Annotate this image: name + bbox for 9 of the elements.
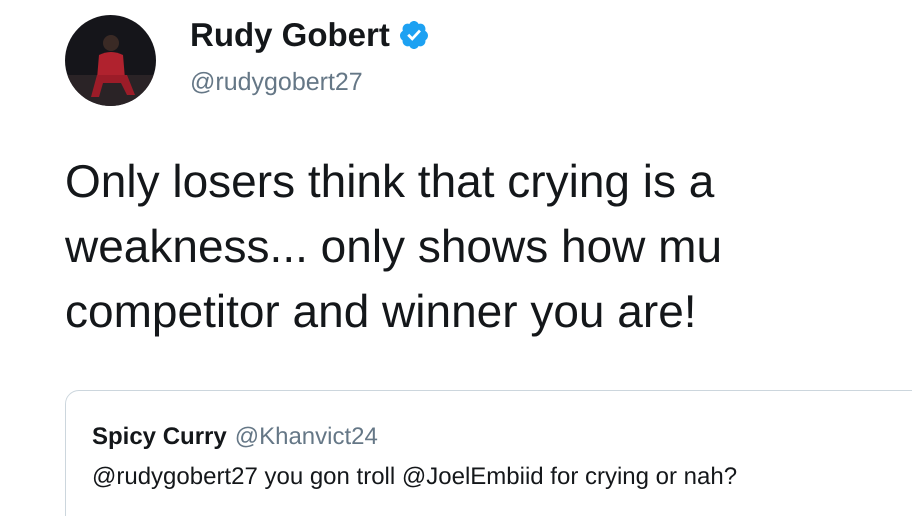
quoted-tweet-text: @rudygobert27 you gon troll @JoelEmbiid for crying or nah? (92, 463, 738, 491)
author-name: Rudy Gobert (190, 15, 390, 55)
tweet-text-line: competitor and winner you are! (65, 284, 697, 339)
tweet-text-line: Only losers think that crying is a (65, 154, 714, 209)
quoted-author-name: Spicy Curry (92, 423, 227, 451)
quoted-tweet-card[interactable]: Spicy Curry @Khanvict24 @rudygobert27 you gon troll @JoelEmbiid for crying or nah? (65, 390, 912, 516)
tweet-text-line: weakness... only shows how mu (65, 219, 722, 274)
quoted-author-handle: @Khanvict24 (234, 423, 378, 451)
author-handle: @rudygobert27 (190, 67, 364, 97)
